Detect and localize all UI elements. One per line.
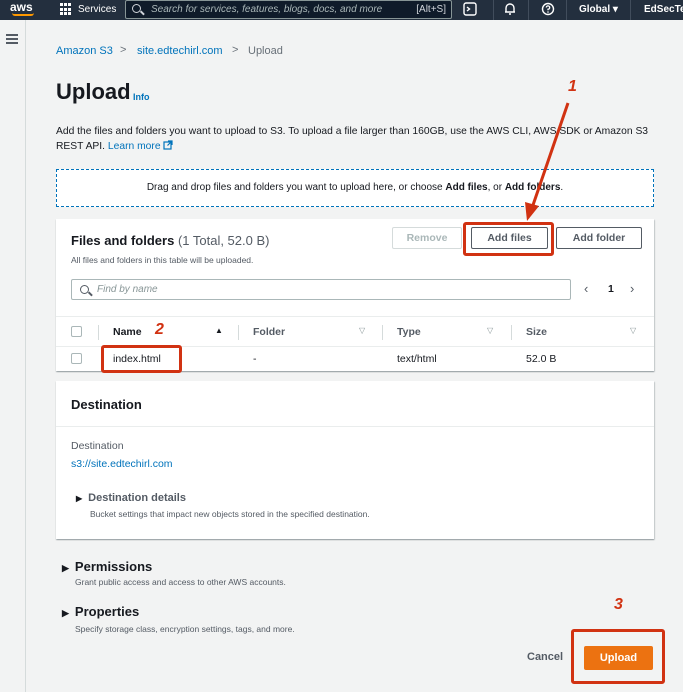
caret-right-icon: ▶ — [62, 608, 69, 618]
files-panel-title: Files and folders (1 Total, 52.0 B) — [71, 233, 270, 248]
file-folder: - — [253, 353, 257, 365]
services-grid-icon[interactable] — [60, 3, 73, 16]
file-type: text/html — [397, 353, 437, 365]
sort-icon[interactable]: ▽ — [487, 326, 493, 335]
dropzone-or: , or — [487, 182, 503, 193]
aws-logo[interactable]: aws — [8, 0, 48, 20]
highlight-upload — [571, 629, 665, 684]
region-selector[interactable]: Global ▾ — [579, 4, 618, 15]
files-panel-subtitle: All files and folders in this table will… — [71, 255, 254, 265]
menu-hamburger-icon[interactable] — [6, 34, 18, 44]
next-page-icon[interactable]: › — [630, 281, 634, 296]
file-size: 52.0 B — [526, 353, 557, 365]
services-menu[interactable]: Services — [78, 4, 116, 15]
properties-expander[interactable]: ▶ Properties — [62, 604, 139, 619]
upload-description: Add the files and folders you want to up… — [56, 124, 656, 154]
permissions-expander[interactable]: ▶ Permissions — [62, 559, 152, 574]
destination-panel: Destination Destination s3://site.edtech… — [56, 381, 654, 539]
highlight-add-files — [463, 222, 554, 256]
find-placeholder: Find by name — [97, 284, 158, 295]
column-header-name[interactable]: Name — [113, 326, 142, 338]
destination-details-description: Bucket settings that impact new objects … — [90, 509, 370, 519]
files-count: (1 Total, 52.0 B) — [177, 233, 270, 248]
breadcrumb-separator: > — [120, 44, 127, 56]
current-page[interactable]: 1 — [608, 283, 614, 295]
side-rail-divider — [25, 20, 26, 692]
annotation-marker-1: 1 — [568, 78, 577, 95]
properties-description: Specify storage class, encryption settin… — [75, 624, 295, 634]
search-shortcut: [Alt+S] — [416, 4, 446, 15]
external-link-icon — [163, 140, 174, 150]
breadcrumb-bucket[interactable]: site.edtechirl.com — [137, 45, 223, 57]
caret-right-icon: ▶ — [76, 494, 83, 503]
notifications-bell-icon[interactable] — [502, 2, 518, 18]
drag-drop-zone[interactable]: Drag and drop files and folders you want… — [56, 169, 654, 207]
find-by-name-input[interactable]: Find by name — [71, 279, 571, 300]
annotation-marker-3: 3 — [614, 596, 623, 613]
column-header-size[interactable]: Size — [526, 326, 547, 338]
dropzone-text: Drag and drop files and folders you want… — [146, 182, 443, 193]
global-search-input[interactable]: Search for services, features, blogs, do… — [125, 0, 452, 19]
help-icon[interactable] — [540, 2, 556, 18]
caret-right-icon: ▶ — [62, 563, 69, 573]
sort-icon[interactable]: ▽ — [359, 326, 365, 335]
dropzone-suffix: . — [560, 182, 564, 193]
learn-more-link[interactable]: Learn more — [108, 140, 174, 152]
cancel-button[interactable]: Cancel — [527, 651, 563, 663]
aws-logo-text: aws — [10, 0, 33, 14]
select-all-checkbox[interactable] — [71, 326, 82, 337]
highlight-file-name — [101, 345, 182, 373]
destination-details-expander[interactable]: ▶ Destination details — [76, 492, 186, 504]
files-table-header: Name ▲ Folder ▽ Type ▽ Size ▽ — [56, 316, 654, 347]
previous-page-icon[interactable]: ‹ — [584, 281, 588, 296]
row-checkbox[interactable] — [71, 353, 82, 364]
info-link[interactable]: Info — [133, 92, 150, 102]
top-navigation-bar: aws Services Search for services, featur… — [0, 0, 683, 20]
breadcrumb-amazon-s3[interactable]: Amazon S3 — [56, 45, 113, 57]
breadcrumb-separator: > — [232, 44, 239, 56]
sort-icon[interactable]: ▽ — [630, 326, 636, 335]
breadcrumb-current: Upload — [248, 45, 283, 57]
permissions-description: Grant public access and access to other … — [75, 577, 286, 587]
destination-title: Destination — [71, 397, 142, 412]
page-title: Upload — [56, 79, 131, 104]
remove-button[interactable]: Remove — [392, 227, 462, 249]
column-header-type[interactable]: Type — [397, 326, 421, 338]
account-menu[interactable]: EdSecTech — [644, 4, 683, 15]
add-folder-button[interactable]: Add folder — [556, 227, 642, 249]
destination-label: Destination — [71, 440, 124, 452]
annotation-marker-2: 2 — [155, 321, 164, 338]
dropzone-add-folders: Add folders — [504, 182, 561, 193]
search-placeholder: Search for services, features, blogs, do… — [151, 4, 383, 15]
sort-ascending-icon[interactable]: ▲ — [215, 326, 223, 335]
column-header-folder[interactable]: Folder — [253, 326, 285, 338]
dropzone-add-files: Add files — [445, 182, 488, 193]
search-icon — [80, 285, 89, 294]
search-icon — [132, 4, 141, 13]
destination-uri-link[interactable]: s3://site.edtechirl.com — [71, 458, 173, 470]
cloudshell-icon[interactable] — [462, 2, 478, 18]
